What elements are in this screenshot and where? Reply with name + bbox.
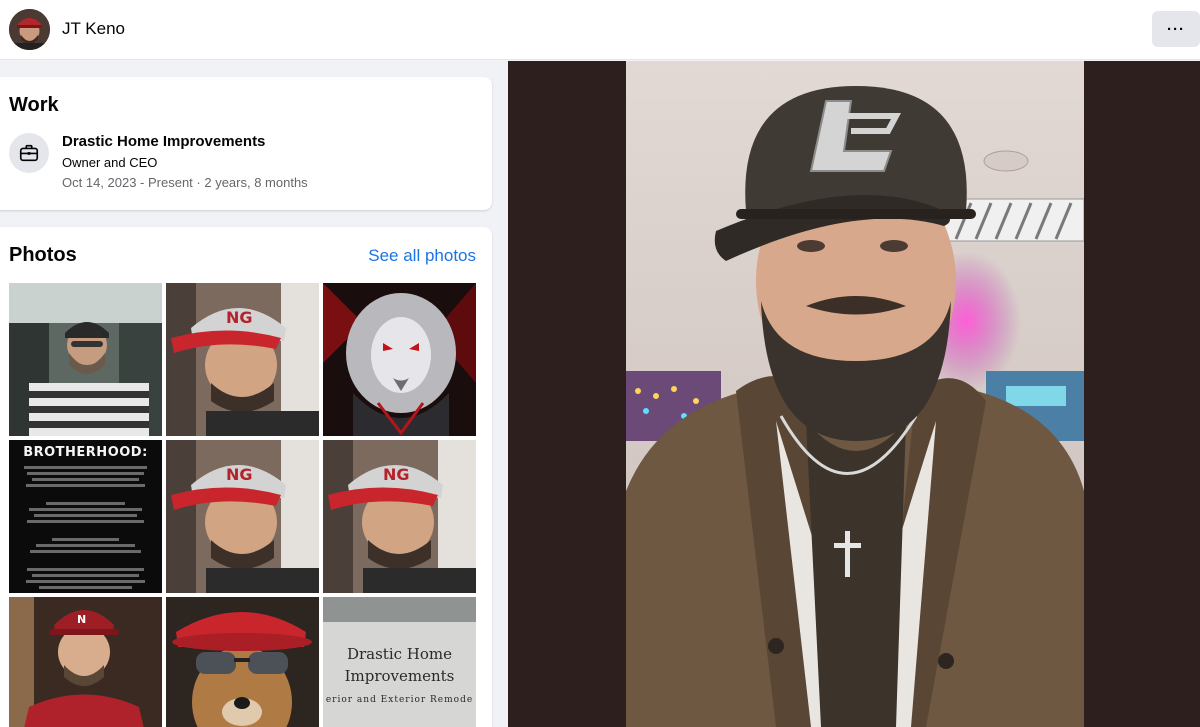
photo-thumbnail[interactable]: NG [323,440,476,593]
brotherhood-poster: BROTHERHOOD: [9,440,162,593]
profile-avatar[interactable] [9,9,50,50]
photo-thumbnail[interactable]: NG [166,440,319,593]
photos-title: Photos [9,244,77,266]
brotherhood-heading: BROTHERHOOD: [23,445,148,460]
see-all-photos-link[interactable]: See all photos [368,246,476,266]
photo-grid: NG BROTHERHOOD: NG NG N Drastic Home Imp… [9,283,476,727]
photo-thumbnail[interactable]: N [9,597,162,727]
sign-line-3: erior and Exterior Remode [325,695,474,705]
sign-line-1: Drastic Home [346,645,453,663]
poster-text-lines [9,466,162,593]
work-role: Owner and CEO [62,155,158,170]
profile-name[interactable]: JT Keno [62,19,125,39]
work-company[interactable]: Drastic Home Improvements [62,133,265,150]
work-dates: Oct 14, 2023 - Present · 2 years, 8 mont… [62,175,308,190]
more-options-button[interactable]: ··· [1152,11,1200,47]
photo-viewer [508,61,1200,727]
svg-text:NG: NG [226,308,253,327]
briefcase-icon [9,133,49,173]
photo-thumbnail[interactable] [166,597,319,727]
sign-line-2: Improvements [344,667,455,685]
work-section: Work Drastic Home Improvements Owner and… [0,77,492,210]
work-title: Work [9,94,59,116]
photo-thumbnail[interactable]: BROTHERHOOD: [9,440,162,593]
profile-header: JT Keno ··· [0,0,1200,60]
photo-thumbnail[interactable]: Drastic Home Improvements erior and Exte… [323,597,476,727]
main-photo[interactable] [626,61,1084,727]
photo-thumbnail[interactable] [9,283,162,436]
svg-text:N: N [77,613,86,626]
svg-text:NG: NG [226,465,253,484]
svg-text:NG: NG [383,465,410,484]
photos-section: Photos See all photos NG BROTHERHOOD: NG… [0,227,492,727]
more-icon: ··· [1167,20,1185,38]
photo-thumbnail[interactable] [323,283,476,436]
photo-thumbnail[interactable]: NG [166,283,319,436]
